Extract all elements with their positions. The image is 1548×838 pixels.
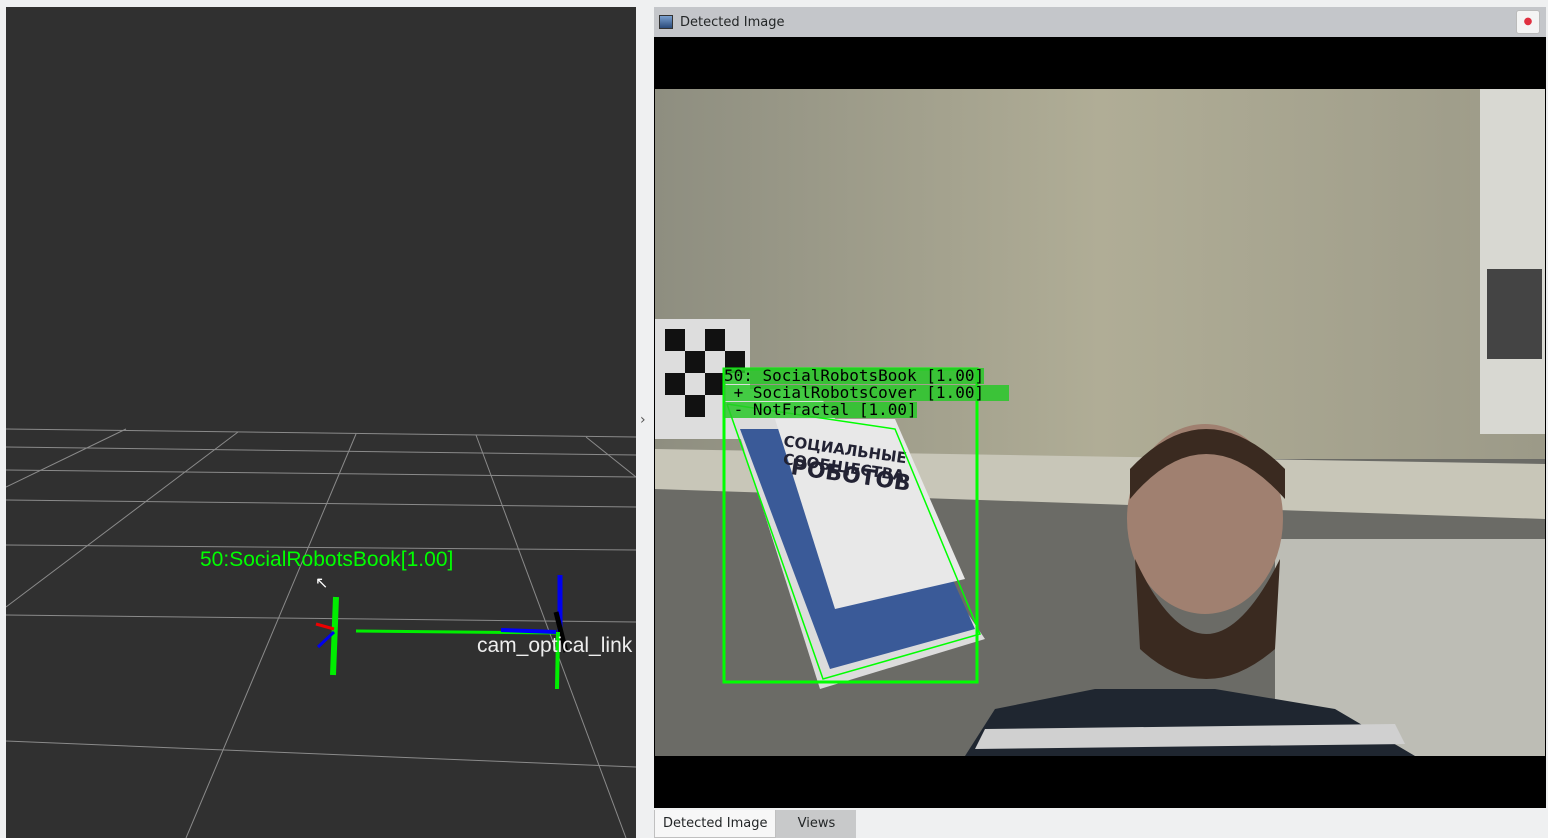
image-icon	[659, 15, 673, 29]
cursor-icon: ↖	[315, 573, 329, 592]
image-view: СОЦИАЛЬНЫЕ СООБЩЕСТВА РОБОТОВ 50: Social…	[654, 37, 1546, 808]
tab-detected-image[interactable]: Detected Image	[654, 810, 777, 838]
object-label: 50:SocialRobotsBook[1.00]	[200, 548, 454, 571]
close-icon: ●	[1523, 16, 1533, 27]
panel-tabs: Detected Image Views	[654, 810, 857, 838]
detected-image-panel: Detected Image ● СОЦИАЛЬНЫЕ СООБЩЕСТВА Р…	[654, 7, 1546, 838]
grid	[6, 428, 636, 838]
detection-label: 50: SocialRobotsBook [1.00]	[724, 366, 985, 385]
splitter[interactable]: ›	[636, 7, 654, 838]
close-button[interactable]: ●	[1516, 10, 1540, 34]
tab-views[interactable]: Views	[776, 810, 857, 838]
panel-title: Detected Image	[680, 14, 785, 30]
detection-sublabel: + SocialRobotsCover [1.00]	[724, 385, 1010, 401]
chevron-right-icon[interactable]: ›	[640, 412, 646, 428]
camera-image: СОЦИАЛЬНЫЕ СООБЩЕСТВА РОБОТОВ	[655, 89, 1545, 756]
3d-viewport[interactable]: 50:SocialRobotsBook[1.00] cam_optical_li…	[6, 7, 636, 838]
panel-titlebar[interactable]: Detected Image ●	[654, 7, 1546, 37]
frame-label: cam_optical_link	[477, 634, 633, 657]
detection-sublabel: - NotFractal [1.00]	[724, 400, 917, 419]
